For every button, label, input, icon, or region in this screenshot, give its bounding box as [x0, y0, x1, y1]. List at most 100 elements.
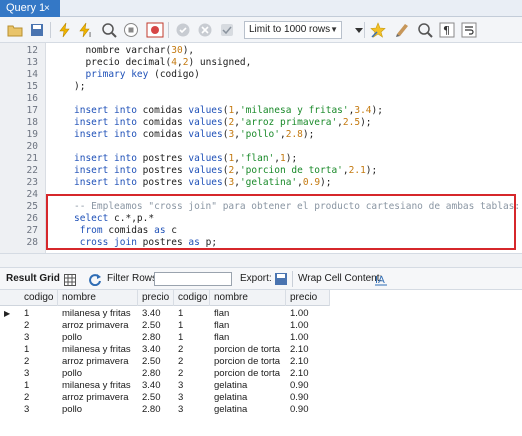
table-cell[interactable]: pollo: [58, 404, 138, 416]
line-number: 15: [26, 81, 38, 92]
table-cell[interactable]: arroz primavera: [58, 320, 138, 332]
autocommit-icon[interactable]: [218, 21, 236, 39]
table-cell[interactable]: 1.00: [286, 332, 330, 344]
line-number: 28: [26, 237, 38, 248]
save-icon[interactable]: [28, 21, 46, 39]
table-cell[interactable]: 3.40: [138, 308, 174, 320]
limit-rows-select[interactable]: Limit to 1000 rows ▼: [244, 21, 342, 39]
table-cell[interactable]: 2.10: [286, 344, 330, 356]
result-grid-label[interactable]: Result Grid: [6, 268, 60, 290]
table-cell[interactable]: 3: [20, 368, 58, 380]
table-cell[interactable]: porcion de torta: [210, 344, 286, 356]
column-header[interactable]: precio: [138, 290, 174, 306]
beautify-icon[interactable]: [370, 21, 388, 39]
table-cell[interactable]: pollo: [58, 368, 138, 380]
column-header[interactable]: codigo: [174, 290, 210, 306]
table-row[interactable]: 1 milanesa y fritas 3.40 3 gelatina 0.90: [0, 380, 330, 392]
table-row[interactable]: 1 milanesa y fritas 3.40 2 porcion de torta 2…: [0, 344, 330, 356]
table-cell[interactable]: 3: [174, 404, 210, 416]
table-row[interactable]: 3 pollo 2.80 1 flan 1.00: [0, 332, 330, 344]
table-cell[interactable]: flan: [210, 308, 286, 320]
table-cell[interactable]: 1.00: [286, 308, 330, 320]
rollback-icon[interactable]: [196, 21, 214, 39]
table-cell[interactable]: 2: [174, 368, 210, 380]
table-cell[interactable]: 1: [174, 320, 210, 332]
table-row[interactable]: 2 arroz primavera 2.50 1 flan 1.00: [0, 320, 330, 332]
invisible-chars-icon[interactable]: ¶: [438, 21, 456, 39]
column-header[interactable]: codigo: [20, 290, 58, 306]
grid-view-icon[interactable]: [64, 273, 76, 286]
table-cell[interactable]: 3: [20, 332, 58, 344]
column-header[interactable]: precio: [286, 290, 330, 306]
table-row[interactable]: 2 arroz primavera 2.50 3 gelatina 0.90: [0, 392, 330, 404]
tab-close-icon[interactable]: ×: [44, 0, 50, 17]
find-icon[interactable]: [394, 21, 412, 39]
sql-editor[interactable]: 12 nombre varchar(30), 13 precio decimal(…: [0, 43, 522, 253]
table-cell[interactable]: 0.90: [286, 392, 330, 404]
wrap-lines-icon[interactable]: [460, 21, 478, 39]
table-row[interactable]: 3 pollo 2.80 3 gelatina 0.90: [0, 404, 330, 416]
table-cell[interactable]: milanesa y fritas: [58, 380, 138, 392]
table-cell[interactable]: pollo: [58, 332, 138, 344]
table-cell[interactable]: 1: [20, 308, 58, 320]
column-header[interactable]: nombre: [58, 290, 138, 306]
column-header[interactable]: nombre: [210, 290, 286, 306]
table-cell[interactable]: 2: [174, 356, 210, 368]
explain-icon[interactable]: [100, 21, 118, 39]
search-replace-icon[interactable]: [416, 21, 434, 39]
table-row[interactable]: 3 pollo 2.80 2 porcion de torta 2.10: [0, 368, 330, 380]
stop-icon[interactable]: [122, 21, 140, 39]
svg-text:¶: ¶: [443, 24, 450, 37]
table-cell[interactable]: 1: [20, 344, 58, 356]
execute-icon[interactable]: [56, 21, 74, 39]
table-cell[interactable]: 0.90: [286, 380, 330, 392]
table-cell[interactable]: 2: [20, 356, 58, 368]
table-cell[interactable]: 2.80: [138, 404, 174, 416]
result-grid[interactable]: codigo nombre precio codigo nombre precio ▶ 1 m…: [0, 290, 522, 436]
filter-rows-input[interactable]: [154, 272, 232, 286]
table-cell[interactable]: 1: [174, 332, 210, 344]
table-cell[interactable]: 1: [20, 380, 58, 392]
table-cell[interactable]: flan: [210, 332, 286, 344]
table-cell[interactable]: 2: [20, 392, 58, 404]
table-row[interactable]: ▶ 1 milanesa y fritas 3.40 1 flan 1.00: [0, 308, 330, 320]
table-cell[interactable]: 2.50: [138, 392, 174, 404]
wrap-cell-icon[interactable]: IA: [374, 272, 388, 286]
open-file-icon[interactable]: [6, 21, 24, 39]
execute-current-icon[interactable]: I: [78, 21, 96, 39]
table-cell[interactable]: porcion de torta: [210, 368, 286, 380]
table-cell[interactable]: 3: [20, 404, 58, 416]
table-cell[interactable]: 2.10: [286, 368, 330, 380]
table-cell[interactable]: gelatina: [210, 392, 286, 404]
table-row[interactable]: 2 arroz primavera 2.50 2 porcion de torta 2.1…: [0, 356, 330, 368]
table-cell[interactable]: 3: [174, 392, 210, 404]
dropdown-arrow-icon[interactable]: [350, 21, 368, 39]
table-cell[interactable]: milanesa y fritas: [58, 308, 138, 320]
table-cell[interactable]: 2.50: [138, 320, 174, 332]
refresh-icon[interactable]: [88, 272, 102, 287]
export-icon[interactable]: [274, 272, 288, 286]
table-cell[interactable]: gelatina: [210, 380, 286, 392]
panel-splitter[interactable]: [0, 253, 522, 268]
toggle-error-icon[interactable]: [146, 21, 164, 39]
table-cell[interactable]: gelatina: [210, 404, 286, 416]
table-cell[interactable]: 0.90: [286, 404, 330, 416]
table-cell[interactable]: flan: [210, 320, 286, 332]
table-cell[interactable]: 2.80: [138, 332, 174, 344]
tab-query-1[interactable]: Query 1 ×: [0, 0, 60, 17]
table-cell[interactable]: 2: [20, 320, 58, 332]
table-cell[interactable]: milanesa y fritas: [58, 344, 138, 356]
table-cell[interactable]: 2.80: [138, 368, 174, 380]
table-cell[interactable]: 1.00: [286, 320, 330, 332]
table-cell[interactable]: 2.50: [138, 356, 174, 368]
table-cell[interactable]: 3: [174, 380, 210, 392]
table-cell[interactable]: 1: [174, 308, 210, 320]
table-cell[interactable]: 3.40: [138, 344, 174, 356]
table-cell[interactable]: arroz primavera: [58, 392, 138, 404]
table-cell[interactable]: 2.10: [286, 356, 330, 368]
table-cell[interactable]: 2: [174, 344, 210, 356]
commit-icon[interactable]: [174, 21, 192, 39]
table-cell[interactable]: 3.40: [138, 380, 174, 392]
table-cell[interactable]: arroz primavera: [58, 356, 138, 368]
table-cell[interactable]: porcion de torta: [210, 356, 286, 368]
